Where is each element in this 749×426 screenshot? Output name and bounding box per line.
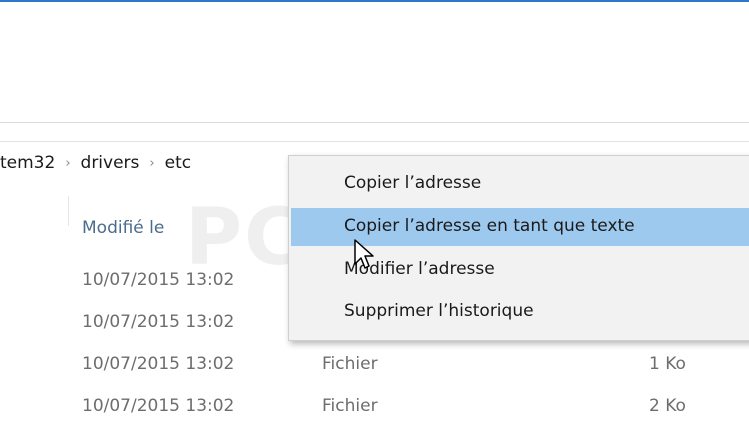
file-type: Fichier [322, 396, 378, 416]
menu-item-label: Copier l’adresse [344, 173, 482, 193]
menu-item-label: Copier l’adresse en tant que texte [344, 216, 635, 236]
modified-date: 10/07/2015 13:02 [82, 270, 235, 290]
menu-item-label: Supprimer l’historique [344, 301, 534, 321]
modified-date: 10/07/2015 13:02 [82, 354, 235, 374]
chevron-right-icon: › [65, 156, 71, 171]
column-divider[interactable] [68, 196, 69, 226]
breadcrumb-item-drivers[interactable]: drivers [81, 153, 140, 173]
modified-date: 10/07/2015 13:02 [82, 396, 235, 416]
ribbon-area [0, 2, 749, 123]
file-type: Fichier [322, 354, 378, 374]
ribbon-separator [0, 123, 749, 142]
breadcrumb-item-system32[interactable]: tem32 [0, 153, 55, 173]
file-size: 2 Ko [649, 396, 686, 416]
menu-item-delete-history[interactable]: Supprimer l’historique [291, 293, 749, 331]
column-header-modified[interactable]: Modifié le [82, 218, 164, 238]
breadcrumb-item-etc[interactable]: etc [165, 153, 191, 173]
breadcrumb[interactable]: tem32 › drivers › etc [0, 153, 191, 173]
file-size: 1 Ko [649, 354, 686, 374]
chevron-right-icon: › [149, 156, 155, 171]
modified-date: 10/07/2015 13:02 [82, 312, 235, 332]
arrow-pointer-icon [354, 239, 374, 269]
menu-item-copy-address[interactable]: Copier l’adresse [291, 165, 749, 203]
